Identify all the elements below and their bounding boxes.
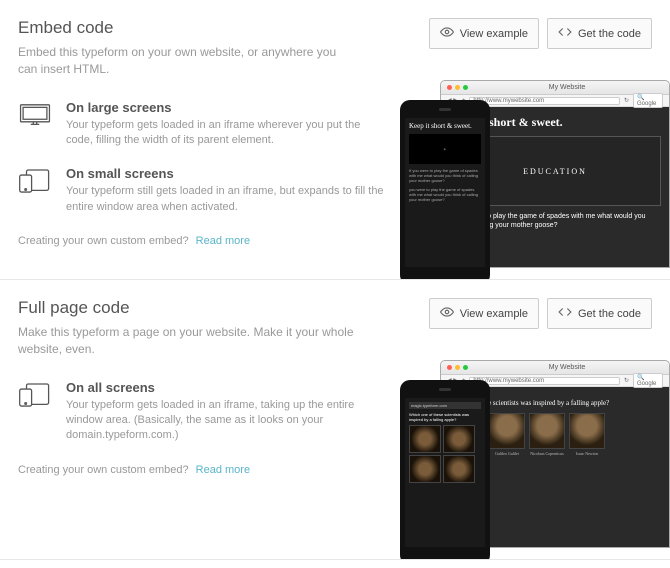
button-label: Get the code xyxy=(578,308,641,320)
section-actions: View example Get the code xyxy=(429,298,652,329)
button-label: Get the code xyxy=(578,28,641,40)
browser-title: My Website xyxy=(549,364,585,371)
section-header: Full page code Make this typeform a page… xyxy=(18,298,652,358)
portrait: Galileo Galilei xyxy=(489,413,525,456)
get-code-button[interactable]: Get the code xyxy=(547,298,652,329)
window-dot xyxy=(447,365,452,370)
mobile-tablet-icon xyxy=(18,380,54,444)
code-icon xyxy=(558,305,572,322)
item-desc: Your typeform still gets loaded in an if… xyxy=(66,184,388,215)
desktop-icon xyxy=(18,100,54,149)
fullpage-section: Full page code Make this typeform a page… xyxy=(0,280,670,560)
portrait: Nicolaus Copernicus xyxy=(529,413,565,456)
search-box: 🔍 Google xyxy=(633,373,663,388)
phone-portrait xyxy=(409,455,441,483)
phone-text: you were to play the game of spades with… xyxy=(409,187,481,203)
get-code-button[interactable]: Get the code xyxy=(547,18,652,49)
footer-text: Creating your own custom embed? xyxy=(18,464,189,476)
item-title: On large screens xyxy=(66,100,388,115)
view-example-button[interactable]: View example xyxy=(429,18,539,49)
phone-headline: Keep it short & sweet. xyxy=(409,122,481,130)
list-item: On small screens Your typeform still get… xyxy=(18,166,388,215)
read-more-link[interactable]: Read more xyxy=(196,235,250,247)
embed-section: Embed code Embed this typeform on your o… xyxy=(0,0,670,280)
item-title: On all screens xyxy=(66,380,388,395)
button-label: View example xyxy=(460,308,528,320)
view-example-button[interactable]: View example xyxy=(429,298,539,329)
phone-portrait xyxy=(443,425,475,453)
item-title: On small screens xyxy=(66,166,388,181)
window-dot xyxy=(463,85,468,90)
list-item: On large screens Your typeform gets load… xyxy=(18,100,388,149)
mobile-tablet-icon xyxy=(18,166,54,215)
button-label: View example xyxy=(460,28,528,40)
section-title: Full page code xyxy=(18,298,358,318)
section-title: Embed code xyxy=(18,18,358,38)
item-desc: Your typeform gets loaded in an iframe w… xyxy=(66,118,388,149)
section-header: Embed code Embed this typeform on your o… xyxy=(18,18,652,78)
embed-preview: My Website ◀ ▶+ http://www.mywebsite.com… xyxy=(400,80,670,280)
phone-mockup: magic.typeform.com Which one of these sc… xyxy=(400,380,490,560)
portrait: Isaac Newton xyxy=(569,413,605,456)
phone-portrait xyxy=(409,425,441,453)
read-more-link[interactable]: Read more xyxy=(196,464,250,476)
url-bar: http://www.mywebsite.com xyxy=(469,97,620,105)
phone-portrait xyxy=(443,455,475,483)
browser-title: My Website xyxy=(549,84,585,91)
item-desc: Your typeform gets loaded in an iframe, … xyxy=(66,398,388,444)
phone-text: If you were to play the game of spades w… xyxy=(409,168,481,184)
phone-question: Which one of these scientists was inspir… xyxy=(409,412,481,422)
url-bar: http://www.mywebsite.com xyxy=(469,377,620,385)
footer-text: Creating your own custom embed? xyxy=(18,235,189,247)
window-dot xyxy=(463,365,468,370)
section-subtitle: Make this typeform a page on your websit… xyxy=(18,324,358,358)
code-icon xyxy=(558,25,572,42)
section-subtitle: Embed this typeform on your own website,… xyxy=(18,44,358,78)
phone-mockup: Keep it short & sweet. ▶ If you were to … xyxy=(400,100,490,280)
eye-icon xyxy=(440,305,454,322)
window-dot xyxy=(455,365,460,370)
fullpage-preview: My Website ◀ ▶+ http://www.mywebsite.com… xyxy=(400,360,670,560)
window-dot xyxy=(455,85,460,90)
search-box: 🔍 Google xyxy=(633,93,663,108)
phone-url: magic.typeform.com xyxy=(409,402,481,409)
phone-box: ▶ xyxy=(409,134,481,164)
window-dot xyxy=(447,85,452,90)
section-actions: View example Get the code xyxy=(429,18,652,49)
eye-icon xyxy=(440,25,454,42)
list-item: On all screens Your typeform gets loaded… xyxy=(18,380,388,444)
